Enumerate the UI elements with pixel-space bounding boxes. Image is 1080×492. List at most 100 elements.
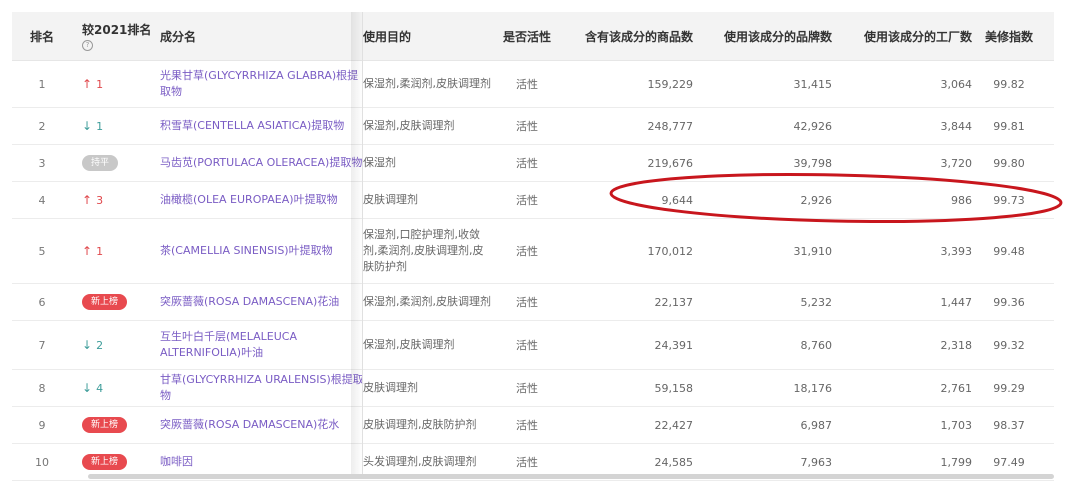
- rank-cell: 9: [38, 418, 46, 432]
- index-cell: 99.73: [993, 193, 1025, 207]
- ingredient-name-link[interactable]: 光果甘草(GLYCYRRHIZA GLABRA)根提取物: [160, 61, 365, 107]
- brands-cell: 8,760: [800, 338, 833, 352]
- header-rank[interactable]: 排名: [12, 12, 72, 60]
- change-cell: ↑ 1: [82, 61, 152, 107]
- header-products[interactable]: 含有该成分的商品数: [568, 12, 693, 60]
- table-row: 3 持平 马齿苋(PORTULACA OLERACEA)提取物 保湿剂 活性 2…: [12, 145, 1054, 182]
- rank-cell: 3: [38, 156, 46, 170]
- table-row: 9 新上榜 突厥蔷薇(ROSA DAMASCENA)花水 皮肤调理剂,皮肤防护剂…: [12, 407, 1054, 444]
- active-cell: 活性: [516, 339, 538, 352]
- active-cell: 活性: [516, 120, 538, 133]
- active-cell: 活性: [516, 157, 538, 170]
- frozen-column-divider: [362, 12, 363, 478]
- change-cell: ↑ 3: [82, 182, 152, 218]
- factories-cell: 3,720: [940, 156, 973, 170]
- table-row: 8 ↓ 4 甘草(GLYCYRRHIZA URALENSIS)根提取物 皮肤调理…: [12, 370, 1054, 407]
- purpose-cell: 保湿剂: [363, 156, 396, 169]
- purpose-cell: 保湿剂,口腔护理剂,收敛剂,柔润剂,皮肤调理剂,皮肤防护剂: [363, 228, 484, 273]
- active-cell: 活性: [516, 382, 538, 395]
- ingredient-name-link[interactable]: 甘草(GLYCYRRHIZA URALENSIS)根提取物: [160, 370, 365, 406]
- table-row: 7 ↓ 2 互生叶白千层(MELALEUCA ALTERNIFOLIA)叶油 保…: [12, 321, 1054, 370]
- change-value: 1: [96, 77, 104, 91]
- table-row: 6 新上榜 突厥蔷薇(ROSA DAMASCENA)花油 保湿剂,柔润剂,皮肤调…: [12, 284, 1054, 321]
- arrow-up-icon: ↑: [82, 244, 93, 258]
- header-index[interactable]: 美修指数: [980, 12, 1038, 60]
- brands-cell: 31,910: [793, 244, 833, 258]
- table-body: 1 ↑ 1 光果甘草(GLYCYRRHIZA GLABRA)根提取物 保湿剂,柔…: [12, 61, 1054, 481]
- rank-cell: 6: [38, 295, 46, 309]
- header-brands[interactable]: 使用该成分的品牌数: [702, 12, 832, 60]
- rank-cell: 10: [35, 455, 49, 469]
- brands-cell: 42,926: [793, 119, 833, 133]
- purpose-cell: 保湿剂,皮肤调理剂: [363, 119, 455, 132]
- index-cell: 99.81: [993, 119, 1025, 133]
- rank-cell: 8: [38, 381, 46, 395]
- active-cell: 活性: [516, 419, 538, 432]
- ingredient-name-link[interactable]: 积雪草(CENTELLA ASIATICA)提取物: [160, 108, 365, 144]
- index-cell: 98.37: [993, 418, 1025, 432]
- ingredient-name-link[interactable]: 茶(CAMELLIA SINENSIS)叶提取物: [160, 219, 365, 283]
- products-cell: 248,777: [647, 119, 694, 133]
- change-value: 4: [96, 381, 104, 395]
- brands-cell: 2,926: [800, 193, 833, 207]
- table-row: 1 ↑ 1 光果甘草(GLYCYRRHIZA GLABRA)根提取物 保湿剂,柔…: [12, 61, 1054, 108]
- change-cell: ↓ 1: [82, 108, 152, 144]
- active-cell: 活性: [516, 78, 538, 91]
- ingredient-name-link[interactable]: 马齿苋(PORTULACA OLERACEA)提取物: [160, 145, 365, 181]
- arrow-up-icon: ↑: [82, 193, 93, 207]
- arrow-up-icon: ↑: [82, 77, 93, 91]
- arrow-down-icon: ↓: [82, 381, 93, 395]
- arrow-down-icon: ↓: [82, 119, 93, 133]
- brands-cell: 6,987: [800, 418, 833, 432]
- brands-cell: 31,415: [793, 77, 833, 91]
- index-cell: 99.32: [993, 338, 1025, 352]
- ingredient-name-link[interactable]: 油橄榄(OLEA EUROPAEA)叶提取物: [160, 182, 365, 218]
- header-purpose[interactable]: 使用目的: [363, 12, 493, 60]
- factories-cell: 3,844: [940, 119, 973, 133]
- new-entry-badge: 新上榜: [82, 294, 128, 310]
- header-change[interactable]: 较2021排名 ?: [82, 12, 162, 60]
- index-cell: 99.48: [993, 244, 1025, 258]
- horizontal-scrollbar[interactable]: [88, 474, 1054, 479]
- table-row: 5 ↑ 1 茶(CAMELLIA SINENSIS)叶提取物 保湿剂,口腔护理剂…: [12, 219, 1054, 284]
- change-value: 2: [96, 338, 104, 352]
- change-cell: 持平: [82, 145, 152, 181]
- brands-cell: 5,232: [800, 295, 833, 309]
- index-cell: 99.80: [993, 156, 1025, 170]
- header-factories[interactable]: 使用该成分的工厂数: [842, 12, 972, 60]
- purpose-cell: 保湿剂,皮肤调理剂: [363, 338, 455, 351]
- table-header: 排名 较2021排名 ? 成分名 使用目的 是否活性 含有该成分的商品数 使用该…: [12, 12, 1054, 61]
- factories-cell: 3,064: [940, 77, 973, 91]
- products-cell: 59,158: [654, 381, 694, 395]
- change-value: 1: [96, 244, 104, 258]
- change-cell: ↓ 2: [82, 321, 152, 369]
- rank-cell: 5: [38, 244, 46, 258]
- change-value: 3: [96, 193, 104, 207]
- products-cell: 219,676: [647, 156, 694, 170]
- change-cell: ↓ 4: [82, 370, 152, 406]
- factories-cell: 2,318: [940, 338, 973, 352]
- factories-cell: 1,447: [940, 295, 973, 309]
- factories-cell: 986: [951, 193, 972, 207]
- header-change-label: 较2021排名: [82, 23, 152, 37]
- table-row: 4 ↑ 3 油橄榄(OLEA EUROPAEA)叶提取物 皮肤调理剂 活性 9,…: [12, 182, 1054, 219]
- products-cell: 9,644: [661, 193, 694, 207]
- new-entry-badge: 新上榜: [82, 417, 128, 433]
- change-cell: ↑ 1: [82, 219, 152, 283]
- purpose-cell: 皮肤调理剂,皮肤防护剂: [363, 418, 477, 431]
- change-cell: 新上榜: [82, 284, 152, 320]
- purpose-cell: 保湿剂,柔润剂,皮肤调理剂: [363, 77, 491, 90]
- brands-cell: 39,798: [793, 156, 833, 170]
- products-cell: 159,229: [647, 77, 694, 91]
- help-icon[interactable]: ?: [82, 40, 93, 51]
- ingredient-name-link[interactable]: 突厥蔷薇(ROSA DAMASCENA)花水: [160, 407, 365, 443]
- header-name[interactable]: 成分名: [160, 12, 360, 60]
- active-cell: 活性: [516, 245, 538, 258]
- products-cell: 22,137: [654, 295, 694, 309]
- rank-cell: 4: [38, 193, 46, 207]
- factories-cell: 1,703: [940, 418, 973, 432]
- ingredient-name-link[interactable]: 互生叶白千层(MELALEUCA ALTERNIFOLIA)叶油: [160, 321, 365, 369]
- header-active[interactable]: 是否活性: [497, 12, 557, 60]
- ingredient-name-link[interactable]: 突厥蔷薇(ROSA DAMASCENA)花油: [160, 284, 365, 320]
- purpose-cell: 保湿剂,柔润剂,皮肤调理剂: [363, 295, 491, 308]
